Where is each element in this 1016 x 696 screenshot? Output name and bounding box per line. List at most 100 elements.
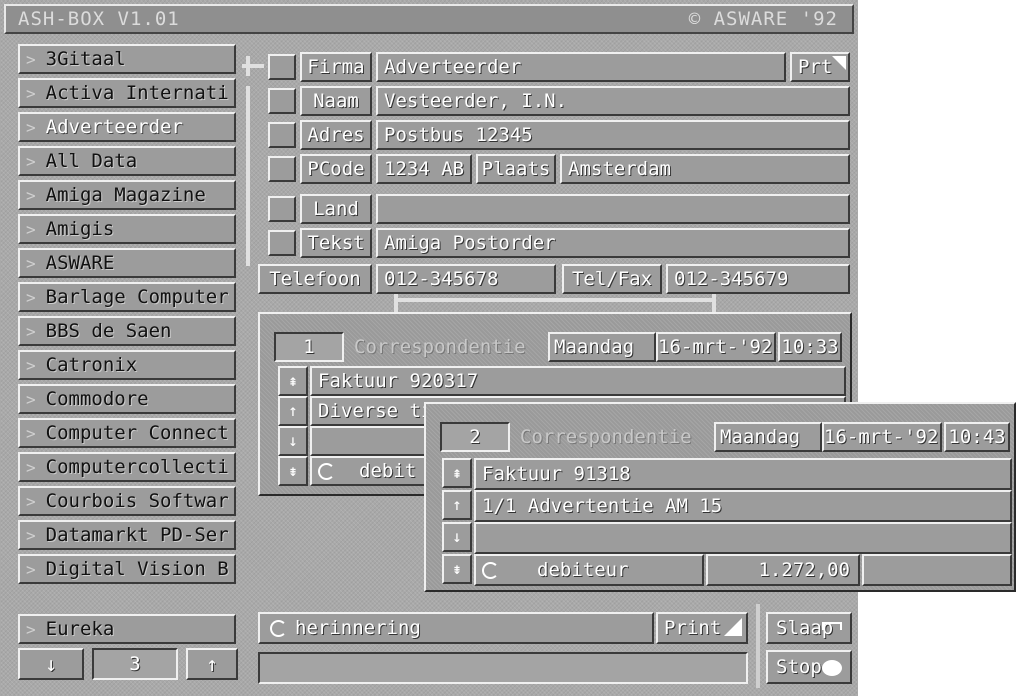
corr1-up-button[interactable]: ↑ <box>278 396 308 426</box>
corr2-line-1[interactable]: Faktuur 91318 <box>474 458 1012 490</box>
herinnering-cycle[interactable]: herinnering <box>258 612 654 644</box>
herinnering-label: herinnering <box>295 617 421 639</box>
company-name: Catronix <box>45 354 138 376</box>
corr2-status-cycle[interactable]: debiteur <box>474 554 704 586</box>
corr2-title: Correspondentie <box>520 426 692 448</box>
corr1-top-button[interactable]: ⇞ <box>278 366 308 396</box>
naam-field[interactable]: Vesteerder, I.N. <box>376 86 850 116</box>
company-name: Digital Vision B <box>45 558 229 580</box>
corr2-up-button[interactable]: ↑ <box>442 490 472 520</box>
chevron-right-icon: > <box>26 620 36 639</box>
telefoon-label: Telefoon <box>258 264 372 294</box>
corr1-line-1[interactable]: Faktuur 920317 <box>310 366 846 396</box>
chevron-right-icon: > <box>26 526 36 545</box>
land-checkbox[interactable] <box>268 196 296 222</box>
company-item[interactable]: > Commodore <box>18 384 236 414</box>
firma-field[interactable]: Adverteerder <box>376 52 786 82</box>
firma-label: Firma <box>300 52 372 82</box>
chevron-right-icon: > <box>26 220 36 239</box>
cycle-icon <box>318 463 335 480</box>
company-item[interactable]: > Courbois Softwar <box>18 486 236 516</box>
company-item[interactable]: > Catronix <box>18 350 236 380</box>
company-item[interactable]: > Eureka <box>18 614 236 644</box>
company-item[interactable]: > BBS de Saen <box>18 316 236 346</box>
company-item[interactable]: > All Data <box>18 146 236 176</box>
prt-label: Prt <box>798 56 833 78</box>
chevron-right-icon: > <box>26 84 36 103</box>
plaats-label: Plaats <box>476 154 556 184</box>
prt-button[interactable]: Prt <box>790 52 850 82</box>
plaats-field[interactable]: Amsterdam <box>560 154 850 184</box>
telefoon-field[interactable]: 012-345678 <box>376 264 556 294</box>
to-top-icon: ⇞ <box>288 371 298 390</box>
pcode-field[interactable]: 1234 AB <box>376 154 472 184</box>
company-item[interactable]: > Digital Vision B <box>18 554 236 584</box>
tekst-checkbox[interactable] <box>268 230 296 256</box>
corr1-date: 16-mrt-'92 <box>656 332 776 362</box>
company-item[interactable]: > Datamarkt PD-Ser <box>18 520 236 550</box>
corr1-bottom-button[interactable]: ⇟ <box>278 456 308 486</box>
company-name: Amigis <box>45 218 115 240</box>
stop-button[interactable]: Stop <box>766 650 852 684</box>
corr1-down-button[interactable]: ↓ <box>278 426 308 456</box>
company-name: Activa Internati <box>45 82 229 104</box>
app-title: ASH-BOX V1.01 <box>18 8 180 30</box>
company-item[interactable]: > Barlage Computer <box>18 282 236 312</box>
corr2-bottom-button[interactable]: ⇟ <box>442 554 472 584</box>
company-name: BBS de Saen <box>45 320 172 342</box>
pcode-checkbox[interactable] <box>268 156 296 182</box>
company-name: Computercollecti <box>45 456 229 478</box>
naam-label: Naam <box>300 86 372 116</box>
list-down-button[interactable]: ↓ <box>18 648 84 680</box>
company-item[interactable]: > Activa Internati <box>18 78 236 108</box>
corr2-status: debiteur <box>537 559 629 581</box>
corr2-down-button[interactable]: ↓ <box>442 522 472 552</box>
chevron-right-icon: > <box>26 560 36 579</box>
company-item[interactable]: > Computer Connect <box>18 418 236 448</box>
chevron-right-icon: > <box>26 322 36 341</box>
corr2-extra-field[interactable] <box>862 554 1012 586</box>
corr2-day: Maandag <box>714 422 822 452</box>
company-item[interactable]: > Computercollecti <box>18 452 236 482</box>
connector <box>246 86 250 266</box>
company-name: 3Gitaal <box>45 48 126 70</box>
naam-checkbox[interactable] <box>268 88 296 114</box>
stop-icon <box>822 660 842 676</box>
company-item[interactable]: > Amigis <box>18 214 236 244</box>
company-item[interactable]: > Amiga Magazine <box>18 180 236 210</box>
corr1-title: Correspondentie <box>354 336 526 358</box>
to-bottom-icon: ⇟ <box>452 559 462 578</box>
arrow-up-icon: ↑ <box>205 652 219 676</box>
company-item[interactable]: > ASWARE <box>18 248 236 278</box>
chevron-right-icon: > <box>26 254 36 273</box>
chevron-right-icon: > <box>26 390 36 409</box>
page-number: 3 <box>92 648 178 680</box>
corr1-status: debit <box>359 460 417 482</box>
telfax-field[interactable]: 012-345679 <box>666 264 850 294</box>
corr1-time: 10:33 <box>778 332 842 362</box>
land-field[interactable] <box>376 194 850 224</box>
corr2-line-2[interactable]: 1/1 Advertentie AM 15 <box>474 490 1012 522</box>
firma-checkbox[interactable] <box>268 54 296 80</box>
chevron-right-icon: > <box>26 152 36 171</box>
corr2-top-button[interactable]: ⇞ <box>442 458 472 488</box>
company-item[interactable]: >3Gitaal <box>18 44 236 74</box>
tekst-field[interactable]: Amiga Postorder <box>376 228 850 258</box>
adres-label: Adres <box>300 120 372 150</box>
company-name: Computer Connect <box>45 422 229 444</box>
to-bottom-icon: ⇟ <box>288 461 298 480</box>
chevron-right-icon: > <box>26 492 36 511</box>
sleep-icon <box>822 622 842 630</box>
adres-checkbox[interactable] <box>268 122 296 148</box>
company-name: Courbois Softwar <box>45 490 229 512</box>
connector <box>394 298 716 302</box>
adres-field[interactable]: Postbus 12345 <box>376 120 850 150</box>
corr2-line-3[interactable] <box>474 522 1012 554</box>
print-button[interactable]: Print <box>656 612 748 644</box>
list-up-button[interactable]: ↑ <box>186 648 238 680</box>
arrow-down-icon: ↓ <box>44 652 58 676</box>
company-item-selected[interactable]: > Adverteerder <box>18 112 236 142</box>
slaap-button[interactable]: Slaap <box>766 612 852 644</box>
corr2-amount[interactable]: 1.272,00 <box>706 554 860 586</box>
cycle-icon <box>270 620 287 637</box>
